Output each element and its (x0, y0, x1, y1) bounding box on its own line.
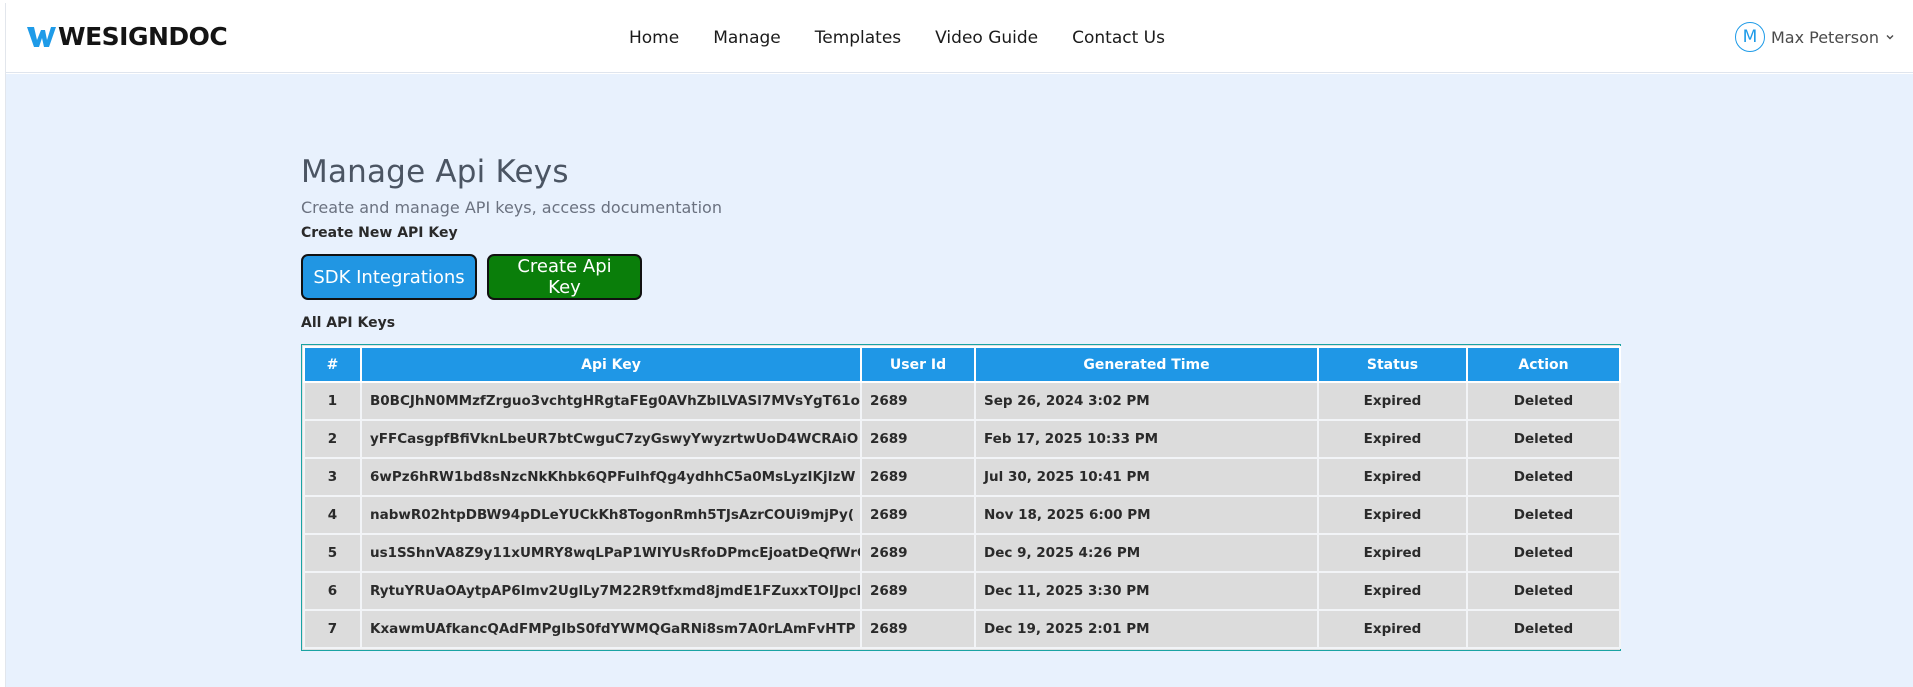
brand-logo[interactable]: WESIGNDOC (26, 22, 228, 51)
generated-time-cell: Sep 26, 2024 3:02 PM (974, 381, 1319, 421)
table-row: 1 B0BCJhN0MMzfZrguo3vchtgHRgtaFEg0AVhZbl… (303, 381, 1621, 421)
generated-time-cell: Nov 18, 2025 6:00 PM (974, 495, 1319, 535)
header-number: # (303, 346, 362, 383)
api-key-value: KxawmUAfkancQAdFMPgIbS0fdYWMQGaRNi8sm7A0… (360, 609, 862, 649)
chevron-down-icon (1886, 35, 1894, 40)
table-row: 5 us1SShnVA8Z9y11xUMRY8wqLPaP1WIYUsRfoDP… (303, 533, 1621, 573)
api-key-value: nabwR02htpDBW94pDLeYUCkKh8TogonRmh5TJsAz… (360, 495, 862, 535)
status-cell: Expired (1317, 419, 1468, 459)
app-window: WESIGNDOC Home Manage Templates Video Gu… (5, 3, 1913, 687)
row-number: 5 (303, 533, 362, 573)
header-action: Action (1466, 346, 1621, 383)
w-logo-icon (27, 26, 56, 47)
table-row: 7 KxawmUAfkancQAdFMPgIbS0fdYWMQGaRNi8sm7… (303, 609, 1621, 649)
header-user-id: User Id (860, 346, 976, 383)
user-id-cell: 2689 (860, 571, 976, 611)
nav-home[interactable]: Home (629, 28, 679, 48)
page-title: Manage Api Keys (301, 154, 569, 190)
create-section-label: Create New API Key (301, 225, 458, 241)
content-panel: Manage Api Keys Create and manage API ke… (301, 154, 1626, 651)
table-row: 3 6wPz6hRW1bd8sNzcNkKhbk6QPFuIhfQg4ydhhC… (303, 457, 1621, 497)
brand-name: WESIGNDOC (58, 22, 228, 51)
row-number: 1 (303, 381, 362, 421)
row-number: 4 (303, 495, 362, 535)
status-cell: Expired (1317, 495, 1468, 535)
table-row: 4 nabwR02htpDBW94pDLeYUCkKh8TogonRmh5TJs… (303, 495, 1621, 535)
main-nav: Home Manage Templates Video Guide Contac… (629, 3, 1199, 73)
api-key-value: yFFCasgpfBfiVknLbeUR7btCwguC7zyGswyYwyzr… (360, 419, 862, 459)
row-number: 3 (303, 457, 362, 497)
generated-time-cell: Dec 11, 2025 3:30 PM (974, 571, 1319, 611)
generated-time-cell: Dec 9, 2025 4:26 PM (974, 533, 1319, 573)
status-cell: Expired (1317, 533, 1468, 573)
nav-video-guide[interactable]: Video Guide (935, 28, 1038, 48)
user-id-cell: 2689 (860, 457, 976, 497)
action-cell: Deleted (1466, 533, 1621, 573)
api-key-value: B0BCJhN0MMzfZrguo3vchtgHRgtaFEg0AVhZblLV… (360, 381, 862, 421)
sdk-integrations-button[interactable]: SDK Integrations (301, 254, 477, 300)
user-id-cell: 2689 (860, 381, 976, 421)
header-status: Status (1317, 346, 1468, 383)
create-api-key-button[interactable]: Create Api Key (487, 254, 642, 300)
api-key-value: 6wPz6hRW1bd8sNzcNkKhbk6QPFuIhfQg4ydhhC5a… (360, 457, 862, 497)
api-key-value: RytuYRUaOAytpAP6Imv2UglLy7M22R9tfxmd8jmd… (360, 571, 862, 611)
row-number: 7 (303, 609, 362, 649)
user-menu[interactable]: M Max Peterson (1734, 22, 1895, 52)
action-cell: Deleted (1466, 419, 1621, 459)
header-generated-time: Generated Time (974, 346, 1319, 383)
table-row: 2 yFFCasgpfBfiVknLbeUR7btCwguC7zyGswyYwy… (303, 419, 1621, 459)
generated-time-cell: Dec 19, 2025 2:01 PM (974, 609, 1319, 649)
table-row: 6 RytuYRUaOAytpAP6Imv2UglLy7M22R9tfxmd8j… (303, 571, 1621, 611)
main-area: Manage Api Keys Create and manage API ke… (6, 74, 1913, 687)
row-number: 6 (303, 571, 362, 611)
header-api-key: Api Key (360, 346, 862, 383)
action-cell: Deleted (1466, 457, 1621, 497)
user-id-cell: 2689 (860, 419, 976, 459)
table-header-row: # Api Key User Id Generated Time Status … (303, 346, 1621, 383)
top-navbar: WESIGNDOC Home Manage Templates Video Gu… (6, 3, 1913, 73)
api-keys-table: # Api Key User Id Generated Time Status … (303, 346, 1621, 649)
action-cell: Deleted (1466, 571, 1621, 611)
action-cell: Deleted (1466, 609, 1621, 649)
row-number: 2 (303, 419, 362, 459)
api-key-value: us1SShnVA8Z9y11xUMRY8wqLPaP1WIYUsRfoDPmc… (360, 533, 862, 573)
avatar: M (1734, 22, 1765, 52)
generated-time-cell: Jul 30, 2025 10:41 PM (974, 457, 1319, 497)
status-cell: Expired (1317, 457, 1468, 497)
status-cell: Expired (1317, 381, 1468, 421)
page-subtitle: Create and manage API keys, access docum… (301, 198, 722, 217)
nav-manage[interactable]: Manage (713, 28, 781, 48)
action-cell: Deleted (1466, 381, 1621, 421)
nav-templates[interactable]: Templates (815, 28, 901, 48)
status-cell: Expired (1317, 571, 1468, 611)
api-keys-table-wrapper: # Api Key User Id Generated Time Status … (301, 344, 1621, 651)
user-id-cell: 2689 (860, 609, 976, 649)
generated-time-cell: Feb 17, 2025 10:33 PM (974, 419, 1319, 459)
keys-section-label: All API Keys (301, 315, 396, 331)
user-id-cell: 2689 (860, 495, 976, 535)
user-name: Max Peterson (1770, 27, 1879, 47)
status-cell: Expired (1317, 609, 1468, 649)
user-id-cell: 2689 (860, 533, 976, 573)
nav-contact-us[interactable]: Contact Us (1072, 28, 1165, 48)
action-buttons: SDK Integrations Create Api Key (301, 254, 1626, 300)
action-cell: Deleted (1466, 495, 1621, 535)
